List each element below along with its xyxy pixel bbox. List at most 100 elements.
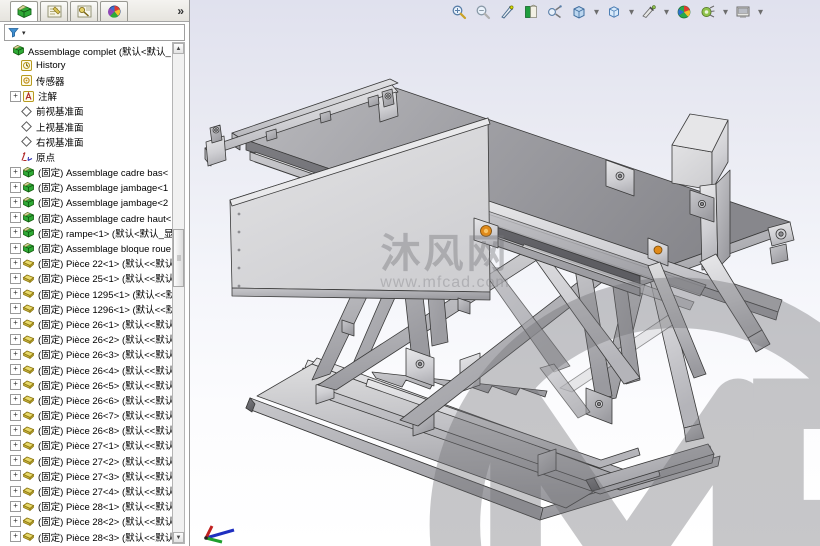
tree-scroll-area[interactable]: Assemblage complet (默认<默认_ History 传感器 + 注解前… [0,42,189,546]
tree-expand-toggle[interactable]: + [10,181,21,193]
tab-overflow-button[interactable]: » [177,4,184,18]
tree-item[interactable]: + (固定) Pièce 22<1> (默认<<默认 [0,256,176,271]
tree-item[interactable]: + (固定) Pièce 26<2> (默认<<默认 [0,332,176,347]
tree-item[interactable]: + (固定) Pièce 26<7> (默认<<默认 [0,408,176,423]
tree-item[interactable]: + (固定) Pièce 27<3> (默认<<默认 [0,468,176,483]
view-settings-dropdown[interactable]: ▾ [721,7,730,18]
tree-item[interactable]: 原点 [0,149,176,164]
scrollbar-down-arrow[interactable]: ▼ [173,532,184,543]
tree-expand-toggle[interactable]: + [10,303,21,315]
tree-expand-toggle[interactable]: + [10,333,21,345]
tree-expand-toggle[interactable]: + [10,379,21,391]
tree-expand-toggle[interactable]: + [10,212,21,224]
tree-item[interactable]: + (固定) Pièce 26<1> (默认<<默认 [0,316,176,331]
tree-expand-toggle[interactable]: + [10,500,21,512]
panel-tabstrip[interactable]: » [0,0,189,22]
tree-item[interactable]: + (固定) Pièce 26<6> (默认<<默认 [0,392,176,407]
tree-expand-toggle[interactable]: + [10,257,21,269]
tree-expand-toggle[interactable]: + [10,288,21,300]
zoom-to-fit-button[interactable] [448,1,470,23]
tree-item[interactable]: + (固定) Pièce 28<1> (默认<<默认 [0,499,176,514]
tree-item[interactable]: 上视基准面 [0,119,176,134]
display-style-icon [573,5,585,19]
feature-manager-panel[interactable]: » ▾ Assemblage complet (默认<默认_ History 传感器… [0,0,190,546]
tree-item[interactable]: + (固定) Pièce 1296<1> (默认<<默 [0,301,176,316]
tree-item[interactable]: + (固定) Pièce 1295<1> (默认<<默 [0,286,176,301]
tree-item[interactable]: History [0,58,176,73]
tree-expand-toggle[interactable]: + [10,272,21,284]
part-icon [22,378,35,391]
scrollbar-up-arrow[interactable]: ▲ [173,43,184,54]
tree-item[interactable]: + (固定) Pièce 26<4> (默认<<默认 [0,362,176,377]
filter-dropdown-caret[interactable]: ▾ [22,29,26,37]
tree-expand-toggle[interactable]: + [10,409,21,421]
tree-item[interactable]: + (固定) Assemblage bloque roue [0,240,176,255]
tree-item[interactable]: 传感器 [0,73,176,88]
tree-expand-toggle[interactable]: + [10,394,21,406]
edit-appearance-button[interactable] [638,1,660,23]
tree-item[interactable]: + (固定) Pièce 26<3> (默认<<默认 [0,347,176,362]
tree-item[interactable]: + (固定) Pièce 26<5> (默认<<默认 [0,377,176,392]
tree-filter-bar[interactable]: ▾ [4,24,185,41]
tree-expand-toggle[interactable]: + [10,439,21,451]
tree-item[interactable]: + 注解 [0,89,176,104]
tree-item[interactable]: + (固定) Pièce 27<1> (默认<<默认 [0,438,176,453]
hide-show-dropdown[interactable]: ▾ [627,7,636,18]
tree-expand-toggle[interactable]: + [10,470,21,482]
tree-item[interactable]: + (固定) Pièce 27<2> (默认<<默认 [0,453,176,468]
sensor-icon [21,75,32,87]
part-icon [22,302,35,315]
tree-item[interactable]: + (固定) Pièce 26<8> (默认<<默认 [0,423,176,438]
tree-item[interactable]: + (固定) Assemblage cadre haut< [0,210,176,225]
view-orientation-button[interactable] [520,1,542,23]
tree-expand-toggle[interactable]: + [10,531,21,543]
tree-expand-toggle[interactable]: + [10,515,21,527]
tree-item[interactable]: 前视基准面 [0,104,176,119]
tree-item[interactable]: + (固定) Pièce 25<1> (默认<<默认 [0,271,176,286]
tree-item[interactable]: + (固定) Pièce 27<4> (默认<<默认 [0,483,176,498]
tree-item-label: 传感器 [36,76,65,88]
display-style-button[interactable] [568,1,590,23]
apply-scene-button[interactable] [673,1,695,23]
tree-expand-toggle[interactable]: + [10,364,21,376]
assembly-icon [22,242,35,255]
tree-item-label: (固定) Pièce 27<3> (默认<<默认 [38,471,175,483]
tree-item[interactable]: 右视基准面 [0,134,176,149]
tree-item[interactable]: + (固定) Pièce 28<3> (默认<<默认 [0,529,176,544]
tree-expand-toggle[interactable]: + [10,90,21,102]
tree-item[interactable]: + (固定) rampe<1> (默认<默认_显 [0,225,176,240]
view-toolbar[interactable]: ▾ ▾ ▾ ▾ ▾ [440,0,820,24]
view-settings-button[interactable] [697,1,719,23]
viewport-layout-button[interactable] [732,1,754,23]
zoom-to-area-button[interactable] [472,1,494,23]
tree-expand-toggle[interactable]: + [10,227,21,239]
tree-vertical-scrollbar[interactable]: ▲ ▼ [172,42,185,544]
feature-tree[interactable]: Assemblage complet (默认<默认_ History 传感器 + 注解前… [0,42,176,546]
part-icon [22,456,35,466]
measure-button[interactable] [544,1,566,23]
edit-appearance-dropdown[interactable]: ▾ [662,7,671,18]
tree-expand-toggle[interactable]: + [10,348,21,360]
configuration-manager-icon [77,5,91,18]
tree-expand-toggle[interactable]: + [10,424,21,436]
scrollbar-thumb[interactable] [173,229,184,287]
tree-item[interactable]: + (固定) Pièce 28<2> (默认<<默认 [0,514,176,529]
configuration-manager-tab[interactable] [70,1,98,21]
display-manager-tab[interactable] [100,1,128,21]
tree-expand-toggle[interactable]: + [10,196,21,208]
viewport-layout-dropdown[interactable]: ▾ [756,7,765,18]
feature-manager-tab[interactable] [10,1,38,21]
tree-expand-toggle[interactable]: + [10,318,21,330]
section-view-button[interactable] [496,1,518,23]
tree-expand-toggle[interactable]: + [10,485,21,497]
tree-item[interactable]: + (固定) Assemblage jambage<2 [0,195,176,210]
property-manager-tab[interactable] [40,1,68,21]
hide-show-items-button[interactable] [603,1,625,23]
display-style-dropdown[interactable]: ▾ [592,7,601,18]
tree-expand-toggle[interactable]: + [10,166,21,178]
tree-expand-toggle[interactable]: + [10,455,21,467]
tree-item[interactable]: + (固定) Assemblage cadre bas< [0,165,176,180]
tree-item[interactable]: + (固定) Assemblage jambage<1 [0,180,176,195]
tree-root-item[interactable]: Assemblage complet (默认<默认_ [0,43,176,58]
tree-expand-toggle[interactable]: + [10,242,21,254]
